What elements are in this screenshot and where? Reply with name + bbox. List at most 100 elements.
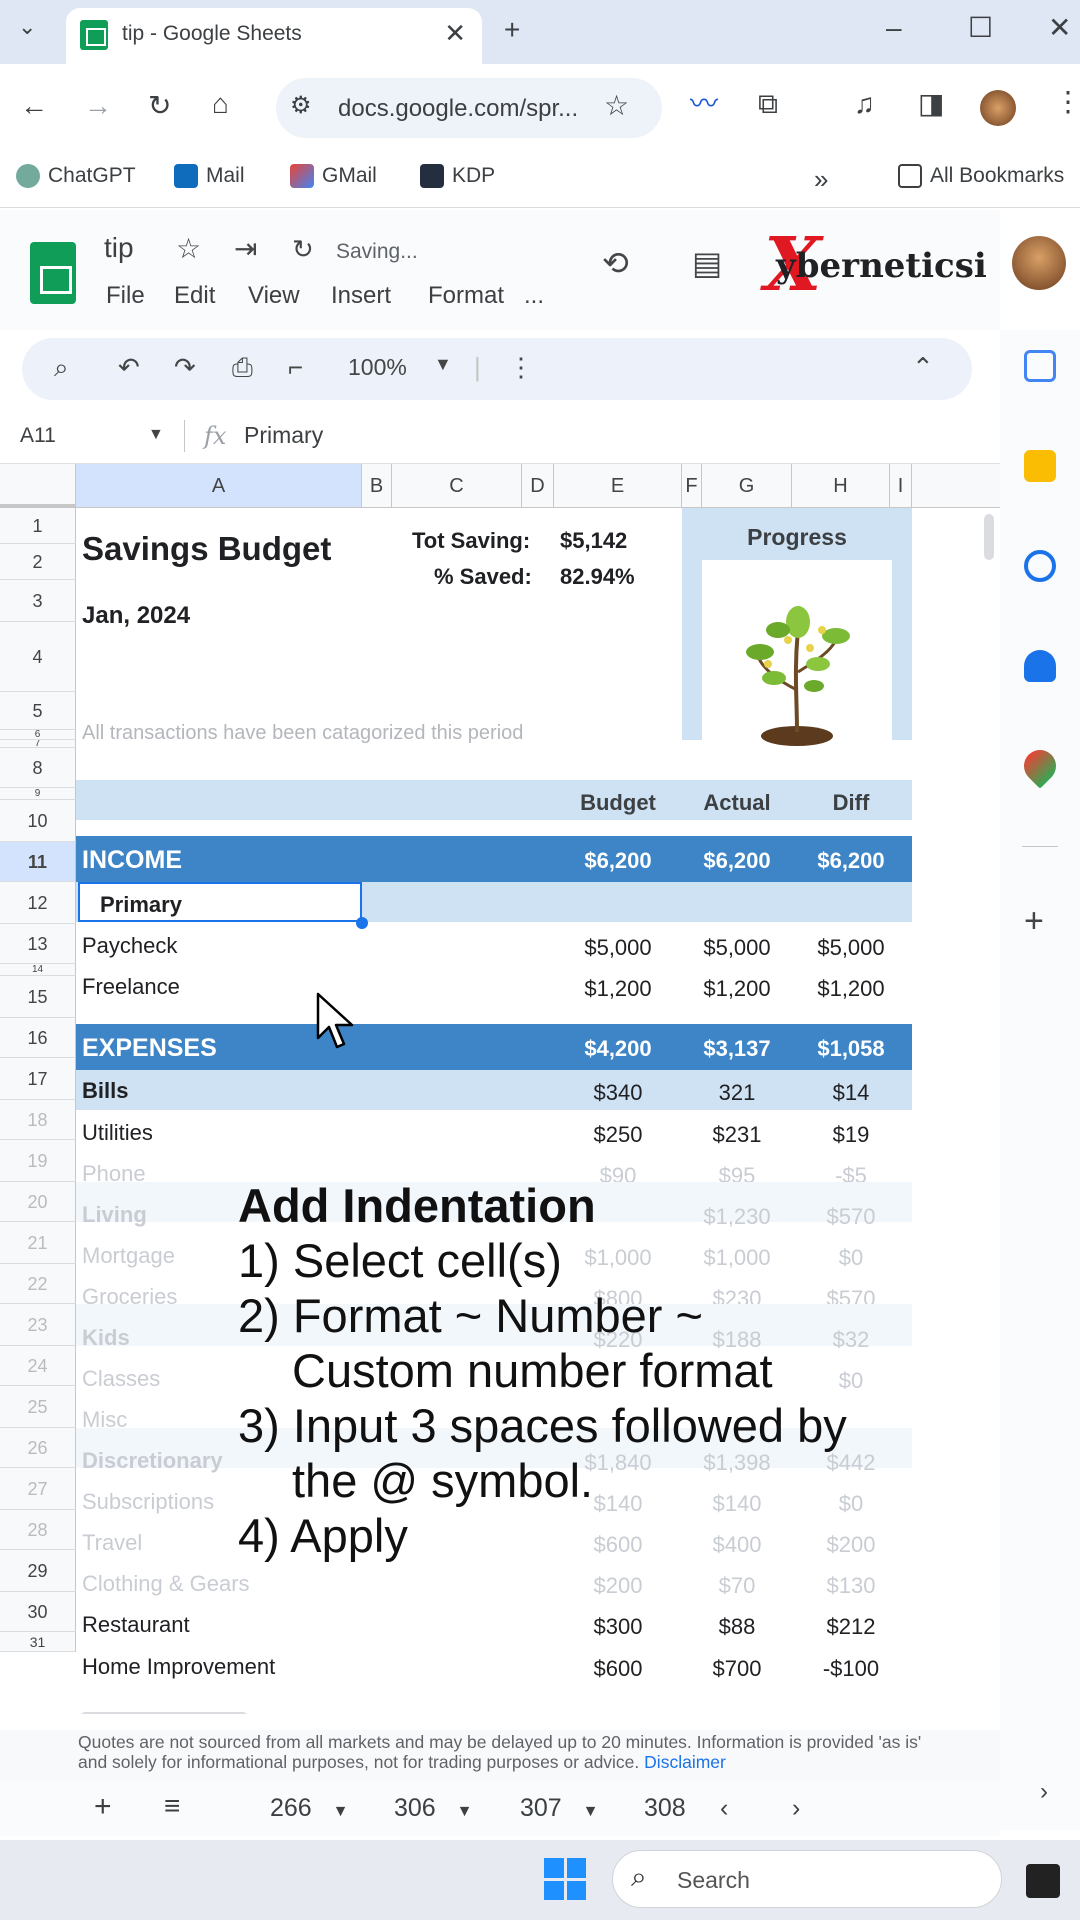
site-settings-icon[interactable]: ⚙ [290,94,312,118]
header-diff[interactable]: Diff [796,790,906,816]
maps-icon[interactable] [1017,743,1063,789]
restaurant-actual[interactable]: $88 [682,1614,792,1640]
menu-view[interactable]: View [248,282,300,310]
menu-file[interactable]: File [106,282,145,310]
row-header-9[interactable]: 9 [0,788,76,800]
freelance-diff[interactable]: $1,200 [796,976,906,1002]
bookmark-star-icon[interactable]: ☆ [604,92,629,120]
collapse-menus-icon[interactable]: ⌃ [912,352,934,383]
row-header-2[interactable]: 2 [0,544,76,580]
row-header-26[interactable]: 26 [0,1428,76,1468]
kids-label[interactable]: Kids [82,1325,130,1351]
version-history-icon[interactable]: ⟲ [602,244,629,282]
col-header-g[interactable]: G [702,464,792,508]
row-header-21[interactable]: 21 [0,1222,76,1264]
row-header-10[interactable]: 10 [0,800,76,842]
forward-icon[interactable]: → [84,92,112,120]
disclaimer-link[interactable]: Disclaimer [644,1752,726,1772]
browser-menu-icon[interactable]: ⋮ [1054,88,1080,116]
add-sheet-icon[interactable]: + [94,1790,112,1824]
home-improvement-actual[interactable]: $700 [682,1656,792,1682]
tab-dropdown-icon[interactable]: ▼ [457,1803,473,1820]
tot-saving-value[interactable]: $5,142 [560,528,627,554]
new-tab-icon[interactable]: + [504,16,520,44]
row-header-15[interactable]: 15 [0,976,76,1018]
expenses-label[interactable]: EXPENSES [82,1034,217,1063]
tab-active[interactable]: tip - Google Sheets ✕ [66,8,482,64]
zoom-select[interactable]: 100% [348,354,407,381]
income-budget[interactable]: $6,200 [563,848,673,874]
bookmark-all-bookmarks[interactable]: All Bookmarks [898,164,1064,188]
col-header-h[interactable]: H [792,464,890,508]
name-box[interactable]: A11 [20,424,56,448]
document-title[interactable]: tip [104,232,134,264]
sheets-logo-icon[interactable] [30,242,76,304]
clothing-diff[interactable]: $130 [796,1573,906,1599]
tab-dropdown-icon[interactable]: ▼ [333,1803,349,1820]
utilities-actual[interactable]: $231 [682,1122,792,1148]
tab-close-icon[interactable]: ✕ [444,18,466,49]
redo-icon[interactable]: ↷ [174,352,196,383]
row-header-7[interactable]: 7 [0,740,76,748]
bills-actual[interactable]: 321 [682,1080,792,1106]
classes-label[interactable]: Classes [82,1366,160,1392]
calendar-icon[interactable] [1024,350,1056,382]
more-tools-icon[interactable]: ⋮ [508,352,534,383]
sheet-tab-307[interactable]: 307 ▼ [520,1794,599,1823]
sheet-tab-306[interactable]: 306 ▼ [394,1794,473,1823]
maximize-icon[interactable]: ☐ [968,14,993,42]
all-sheets-icon[interactable]: ≡ [164,1790,180,1822]
col-header-a[interactable]: A [76,464,362,508]
extensions-puzzle-icon[interactable]: ⧉ [758,90,778,118]
row-header-8[interactable]: 8 [0,748,76,788]
horizontal-scrollbar-thumb[interactable] [80,1712,248,1714]
print-icon[interactable]: ⎙ [232,352,253,384]
discretionary-label[interactable]: Discretionary [82,1448,223,1474]
utilities-diff[interactable]: $19 [796,1122,906,1148]
sheet-note[interactable]: All transactions have been catagorized t… [82,722,523,745]
utilities-budget[interactable]: $250 [563,1122,673,1148]
vertical-scrollbar-thumb[interactable] [984,514,994,560]
bookmark-kdp[interactable]: KDP [420,164,495,188]
row-header-27[interactable]: 27 [0,1468,76,1510]
more-bookmarks-icon[interactable]: » [814,166,828,192]
paycheck-label[interactable]: Paycheck [82,933,177,959]
row-header-1[interactable]: 1 [0,508,76,544]
row-header-3[interactable]: 3 [0,580,76,622]
row-header-13[interactable]: 13 [0,924,76,964]
row-header-6[interactable]: 6 [0,730,76,740]
menu-edit[interactable]: Edit [174,282,215,310]
zoom-dropdown-icon[interactable]: ▼ [434,354,452,375]
paycheck-budget[interactable]: $5,000 [563,935,673,961]
row-header-16[interactable]: 16 [0,1018,76,1058]
row-header-23[interactable]: 23 [0,1304,76,1346]
menu-format[interactable]: Format [428,282,504,310]
travel-label[interactable]: Travel [82,1530,142,1556]
fill-handle[interactable] [356,917,368,929]
select-all-corner[interactable] [0,464,76,508]
sheet-tab-308[interactable]: 308 [644,1794,688,1823]
window-close-icon[interactable]: ✕ [1048,14,1071,42]
tasks-icon[interactable] [1024,550,1056,582]
utilities-label[interactable]: Utilities [82,1120,153,1146]
formula-input[interactable]: Primary [244,422,323,449]
menu-more[interactable]: ... [524,282,544,310]
back-icon[interactable]: ← [20,92,48,120]
bookmark-chatgpt[interactable]: ChatGPT [16,164,136,188]
taskbar-app-icon[interactable] [1026,1864,1060,1898]
scroll-tabs-left-icon[interactable]: ‹ [720,1794,728,1823]
living-label[interactable]: Living [82,1202,147,1228]
pct-saved-label[interactable]: % Saved: [434,564,532,590]
row-header-11[interactable]: 11 [0,842,76,882]
minimize-icon[interactable]: – [886,14,902,42]
pct-saved-value[interactable]: 82.94% [560,564,635,590]
tab-dropdown-icon[interactable]: ▼ [583,1803,599,1820]
row-header-4[interactable]: 4 [0,622,76,692]
subscriptions-label[interactable]: Subscriptions [82,1489,214,1515]
home-improvement-budget[interactable]: $600 [563,1656,673,1682]
contacts-icon[interactable] [1024,650,1056,682]
clothing-actual[interactable]: $70 [682,1573,792,1599]
menu-insert[interactable]: Insert [331,282,391,310]
home-improvement-label[interactable]: Home Improvement [82,1654,275,1680]
row-header-25[interactable]: 25 [0,1386,76,1428]
